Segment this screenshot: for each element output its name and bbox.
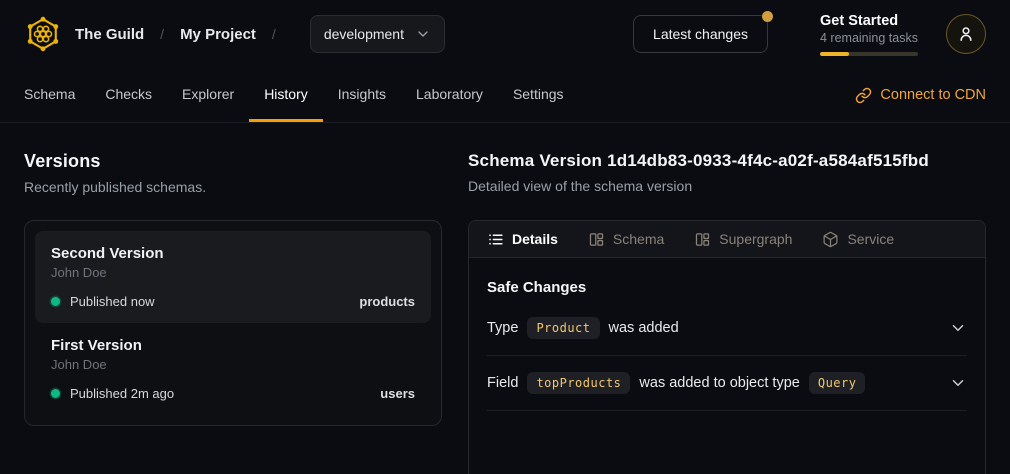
tab-laboratory[interactable]: Laboratory — [401, 68, 498, 122]
change-text-segment: Field — [487, 375, 518, 391]
change-text-segment: was added to object type — [639, 375, 799, 391]
target-select-value: development — [324, 26, 404, 42]
tab-explorer[interactable]: Explorer — [167, 68, 249, 122]
change-text-segment: Type — [487, 320, 518, 336]
chevron-down-icon — [949, 319, 967, 337]
change-text-segment: was added — [609, 320, 679, 336]
latest-changes-button[interactable]: Latest changes — [633, 15, 768, 53]
get-started-title: Get Started — [820, 13, 918, 29]
notification-dot — [762, 11, 773, 22]
detail-tab-content: Safe Changes Type Product was added Fieldt… — [469, 258, 985, 411]
version-list-item[interactable]: Second Version John Doe Published now pr… — [35, 231, 431, 323]
user-avatar-button[interactable] — [946, 14, 986, 54]
list-icon — [487, 231, 504, 248]
tab-settings[interactable]: Settings — [498, 68, 579, 122]
version-meta-row: Published now products — [51, 294, 415, 309]
code-badge: Product — [527, 317, 599, 339]
published-status-dot-icon — [51, 389, 60, 398]
version-meta-row: Published 2m ago users — [51, 386, 415, 401]
tab-checks[interactable]: Checks — [90, 68, 167, 122]
version-publish-status: Published now — [70, 294, 155, 309]
version-list-item[interactable]: First Version John Doe Published 2m ago … — [35, 323, 431, 415]
breadcrumb-separator: / — [272, 26, 276, 42]
version-name: Second Version — [51, 245, 415, 262]
versions-subtitle: Recently published schemas. — [24, 179, 442, 195]
tab-insights[interactable]: Insights — [323, 68, 401, 122]
breadcrumb-separator: / — [160, 26, 164, 42]
code-badge: topProducts — [527, 372, 630, 394]
detail-tab-service[interactable]: Service — [822, 231, 894, 248]
chevron-down-icon — [415, 26, 431, 42]
get-started-widget[interactable]: Get Started 4 remaining tasks — [820, 13, 918, 56]
schema-change-row[interactable]: Type Product was added — [487, 301, 967, 356]
app-header: The Guild / My Project / development Lat… — [0, 0, 1010, 68]
versions-list: Second Version John Doe Published now pr… — [24, 220, 442, 426]
org-breadcrumb-link[interactable]: The Guild — [75, 26, 144, 43]
project-breadcrumb-link[interactable]: My Project — [180, 26, 256, 43]
version-author: John Doe — [51, 357, 415, 372]
main-tabbar: SchemaChecksExplorerHistoryInsightsLabor… — [0, 68, 1010, 123]
connect-to-cdn-label: Connect to CDN — [880, 87, 986, 103]
main-tabs: SchemaChecksExplorerHistoryInsightsLabor… — [9, 68, 579, 122]
detail-tab-schema[interactable]: Schema — [588, 231, 664, 248]
code-badge: Query — [809, 372, 866, 394]
changes-list: Type Product was added Field topProducts was… — [487, 301, 967, 411]
columns-icon — [694, 231, 711, 248]
versions-panel: Versions Recently published schemas. Sec… — [24, 123, 442, 474]
main-content: Versions Recently published schemas. Sec… — [0, 123, 1010, 474]
safe-changes-title: Safe Changes — [487, 279, 967, 296]
header-actions: Latest changes Get Started 4 remaining t… — [633, 13, 986, 56]
columns-icon — [588, 231, 605, 248]
guild-logo-icon[interactable] — [24, 15, 62, 53]
version-author: John Doe — [51, 265, 415, 280]
schema-version-title: Schema Version 1d14db83-0933-4f4c-a02f-a… — [468, 151, 986, 171]
schema-change-row[interactable]: Field topProducts was added to object type… — [487, 356, 967, 411]
version-service-name: users — [380, 386, 415, 401]
chevron-down-icon — [949, 374, 967, 392]
connect-to-cdn-link[interactable]: Connect to CDN — [855, 87, 986, 104]
target-select-dropdown[interactable]: development — [310, 15, 445, 53]
link-icon — [855, 87, 872, 104]
version-service-name: products — [359, 294, 415, 309]
detail-tab-details[interactable]: Details — [487, 231, 558, 248]
get-started-progressbar — [820, 52, 918, 56]
versions-title: Versions — [24, 151, 442, 172]
detail-tabs: Details Schema Supergraph Service — [469, 221, 985, 258]
schema-change-text: Type Product was added — [487, 317, 679, 339]
user-icon — [956, 24, 976, 44]
version-name: First Version — [51, 337, 415, 354]
schema-change-text: Field topProducts was added to object type… — [487, 372, 865, 394]
published-status-dot-icon — [51, 297, 60, 306]
app-window: The Guild / My Project / development Lat… — [0, 0, 1010, 474]
version-publish-status: Published 2m ago — [70, 386, 174, 401]
detail-tab-supergraph[interactable]: Supergraph — [694, 231, 792, 248]
breadcrumb: The Guild / My Project / development — [24, 15, 445, 53]
schema-version-subtitle: Detailed view of the schema version — [468, 178, 986, 194]
tab-history[interactable]: History — [249, 68, 323, 122]
cube-icon — [822, 231, 839, 248]
get-started-subtitle: 4 remaining tasks — [820, 31, 918, 45]
tab-schema[interactable]: Schema — [9, 68, 90, 122]
schema-version-detail-card: Details Schema Supergraph Service Safe C… — [468, 220, 986, 474]
schema-version-panel: Schema Version 1d14db83-0933-4f4c-a02f-a… — [468, 123, 986, 474]
get-started-progress-fill — [820, 52, 849, 56]
latest-changes-label: Latest changes — [653, 26, 748, 42]
